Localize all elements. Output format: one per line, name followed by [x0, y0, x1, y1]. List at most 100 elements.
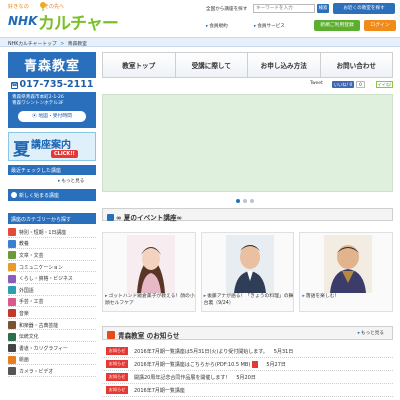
summer-click-badge: CLICK!!: [51, 150, 78, 158]
like-count: 0: [356, 81, 365, 88]
news-badge: お知らせ: [106, 360, 128, 368]
keyword-search-input[interactable]: [253, 4, 315, 13]
slider-dot-2[interactable]: [243, 199, 247, 203]
slider-dot-3[interactable]: [250, 199, 254, 203]
summer-title: 講座案内: [31, 140, 71, 151]
news-date: 5月31日: [273, 348, 294, 355]
breadcrumb-current: 青森教室: [67, 42, 87, 47]
category-label: 絵画: [19, 357, 29, 364]
news-icon: [107, 331, 115, 339]
events-title: ∞ 夏のイベント講座∞: [116, 214, 183, 222]
category-item[interactable]: 外国語: [8, 284, 96, 296]
news-item[interactable]: お知らせ 開講20周年記念合同作品展を開催します！ 5月20日: [102, 371, 393, 384]
category-icon: [8, 251, 16, 260]
events-header: ∞ 夏のイベント講座∞: [102, 208, 393, 222]
category-icon: [8, 344, 16, 353]
news-date: 5月20日: [236, 374, 256, 381]
event-card-1[interactable]: ゴットハンド飯倉美子が教える！顔の小顔セルフケア: [102, 232, 196, 312]
category-label: 手芸・工芸: [19, 299, 44, 306]
news-item[interactable]: お知らせ 2016年7月期一覧講座はこちらから(PDF:10.5 MB) 5月27日: [102, 358, 393, 371]
category-item[interactable]: コミュニケーション: [8, 261, 96, 273]
category-item[interactable]: 教養: [8, 238, 96, 250]
search-button[interactable]: 検索: [317, 4, 329, 13]
member-service-link[interactable]: 会員サービス: [254, 23, 285, 29]
event-photo-rakugo: [324, 235, 373, 293]
find-school-button[interactable]: お近くの教室を探す: [333, 3, 395, 14]
phone-number: 017-735-2111: [19, 79, 94, 90]
category-icon: [8, 355, 16, 364]
category-icon: [8, 239, 16, 248]
register-button[interactable]: 新規ご利用登録: [314, 20, 360, 31]
category-item[interactable]: 特別・短期・1日講座: [8, 226, 96, 238]
category-item[interactable]: 音楽: [8, 307, 96, 319]
category-label: 教養: [19, 241, 29, 248]
school-top-nav: 教室トップ 受講に際して お申し込み方法 お問い合わせ: [102, 52, 393, 78]
event-card-3[interactable]: 落語を楽しむ！: [299, 232, 394, 312]
category-item[interactable]: 文章・文芸: [8, 249, 96, 261]
category-icon: [8, 297, 16, 306]
search-note: 全国から講座を探す: [206, 7, 248, 12]
category-item[interactable]: 手芸・工芸: [8, 296, 96, 308]
summer-course-banner[interactable]: 夏 講座案内 CLICK!!: [8, 132, 96, 161]
category-label: カメラ・ビデオ: [19, 368, 54, 375]
news-more-link[interactable]: もっと見る: [358, 330, 384, 336]
category-label: 文章・文芸: [19, 252, 44, 259]
logo-nhk: NHK: [8, 14, 38, 28]
school-phone: ☎ 017-735-2111: [8, 78, 96, 92]
category-label: くらし・資格・ビジネス: [19, 276, 73, 283]
section-icon: [107, 214, 114, 221]
news-badge: お知らせ: [106, 373, 128, 381]
news-badge: お知らせ: [106, 347, 128, 355]
category-label: 特別・短期・1日講座: [19, 229, 67, 236]
category-icon: [8, 274, 16, 283]
new-icon: [11, 192, 17, 198]
news-text: 2016年7月期一覧講座は5月31日(火)より受付開始します。: [134, 348, 268, 355]
category-item[interactable]: 絵画: [8, 354, 96, 366]
topnav-item-1[interactable]: 教室トップ: [103, 53, 176, 77]
category-item[interactable]: くらし・資格・ビジネス: [8, 272, 96, 284]
breadcrumb-separator: >: [60, 42, 65, 47]
category-item[interactable]: 伝統文化: [8, 330, 96, 342]
breadcrumb-home[interactable]: NHKカルチャートップ: [8, 42, 57, 47]
category-item[interactable]: カメラ・ビデオ: [8, 365, 96, 377]
topnav-item-3[interactable]: お申し込み方法: [248, 53, 321, 77]
category-icon: [8, 228, 16, 237]
iine-button[interactable]: イイね!: [376, 81, 393, 88]
event-caption: ゴットハンド飯倉美子が教える！顔の小顔セルフケア: [105, 294, 197, 307]
category-icon: [8, 263, 16, 272]
category-item[interactable]: 和楽器・古典芸能: [8, 319, 96, 331]
hero-slider[interactable]: [102, 94, 393, 192]
event-photo-woman: [127, 235, 175, 293]
category-label: コミュニケーション: [19, 264, 63, 271]
tweet-button[interactable]: Tweet: [310, 81, 323, 86]
category-label: 伝統文化: [19, 334, 39, 341]
map-hours-label: 地図・受付時間: [38, 114, 72, 119]
event-caption: 落語を楽しむ！: [302, 294, 394, 301]
category-label: 和楽器・古典芸能: [19, 322, 59, 329]
address-line-2: 青森ワシントンホテル3F: [12, 101, 64, 106]
news-date: 5月27日: [266, 361, 286, 368]
category-item[interactable]: 書道・カリグラフィー: [8, 342, 96, 354]
member-rules-link[interactable]: 会員規約: [206, 23, 227, 29]
event-card-2[interactable]: 後藤アナが語る！「きょうの料理」の舞台裏（9/24）: [200, 232, 295, 312]
topnav-item-4[interactable]: お問い合わせ: [321, 53, 393, 77]
phone-icon: ☎: [10, 82, 18, 89]
login-button[interactable]: ログイン: [364, 20, 396, 31]
school-name: 青森教室: [23, 59, 80, 74]
recent-more-link[interactable]: もっと見る: [58, 178, 84, 184]
topnav-item-2[interactable]: 受講に際して: [176, 53, 248, 77]
nhk-culture-logo[interactable]: 好きなの その先へ NHK カルチャー: [8, 2, 119, 34]
news-text: 2016年7月期一覧講座: [134, 387, 185, 394]
news-item[interactable]: お知らせ 2016年7月期一覧講座: [102, 384, 393, 397]
facebook-like-button[interactable]: いいね! 0: [332, 81, 354, 88]
category-icon: [8, 367, 16, 376]
slider-dot-1[interactable]: [236, 199, 240, 203]
news-item[interactable]: お知らせ 2016年7月期一覧講座は5月31日(火)より受付開始します。 5月31日: [102, 345, 393, 358]
news-badge: お知らせ: [106, 386, 128, 394]
category-list: 特別・短期・1日講座 教養文章・文芸コミュニケーションくらし・資格・ビジネス 外国語…: [8, 226, 96, 377]
map-hours-button[interactable]: ⦿ 地図・受付時間: [18, 111, 86, 122]
news-list: お知らせ 2016年7月期一覧講座は5月31日(火)より受付開始します。 5月31日…: [102, 345, 393, 397]
new-courses-button[interactable]: 新しく始まる講座: [8, 189, 96, 201]
news-header: 青森教室 のお知らせ もっと見る: [102, 326, 393, 340]
news-text: 2016年7月期一覧講座はこちらから(PDF:10.5 MB): [134, 361, 251, 368]
